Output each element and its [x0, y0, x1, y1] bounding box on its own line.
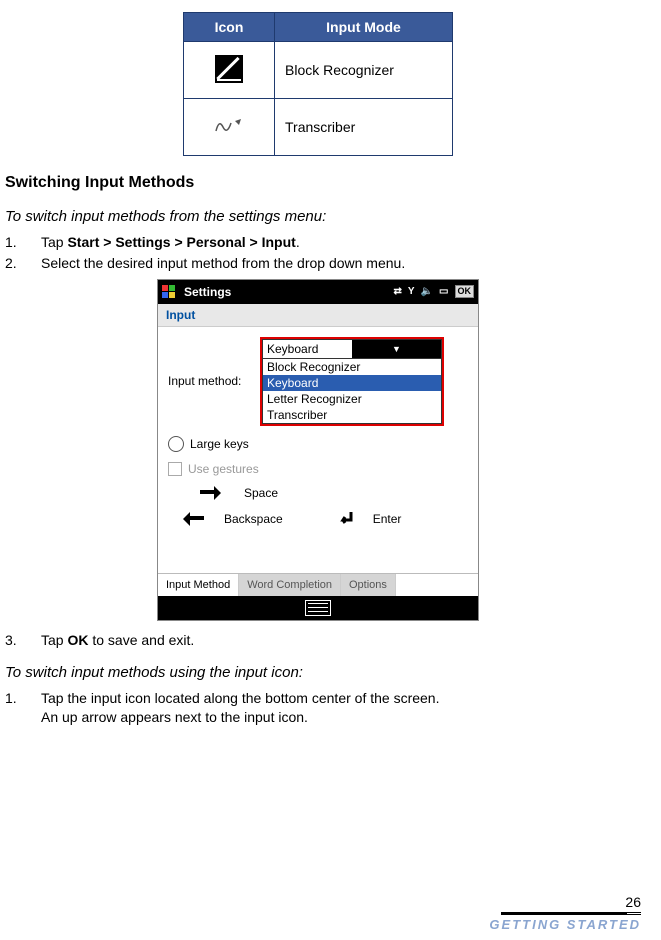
- tab-options[interactable]: Options: [341, 574, 396, 596]
- steps-input-icon: Tap the input icon located along the bot…: [5, 689, 631, 727]
- step-bold: Start > Settings > Personal > Input: [67, 234, 295, 250]
- backspace-arrow-icon: [178, 512, 206, 526]
- use-gestures-checkbox[interactable]: [168, 462, 182, 476]
- combo-option-selected[interactable]: Keyboard: [263, 375, 441, 391]
- step-1: Tap Start > Settings > Personal > Input.: [5, 233, 631, 252]
- connect-icon: ⇄: [394, 286, 402, 297]
- step-2: Select the desired input method from the…: [5, 254, 631, 273]
- space-label: Space: [244, 486, 278, 500]
- page-footer: 26 Getting Started: [20, 894, 641, 932]
- combo-option[interactable]: Letter Recognizer: [263, 391, 441, 407]
- page-number: 26: [20, 894, 641, 910]
- signal-icon: Y: [408, 286, 415, 297]
- title-text: Settings: [184, 285, 386, 299]
- step-text: to save and exit.: [88, 632, 194, 648]
- tab-word-completion[interactable]: Word Completion: [239, 574, 341, 596]
- battery-icon: ▭: [439, 286, 448, 297]
- step-line: An up arrow appears next to the input ic…: [41, 709, 308, 725]
- volume-icon: 🔈: [421, 286, 433, 297]
- table-row: Transcriber: [184, 99, 453, 156]
- combo-current: Keyboard: [263, 342, 352, 356]
- step-text: Tap: [41, 632, 67, 648]
- transcriber-icon: [215, 117, 243, 135]
- icon-mode-table: Icon Input Mode Block Recognizer Transcr…: [183, 12, 453, 156]
- input-method-combo[interactable]: Keyboard ▼ Block Recognizer Keyboard Let…: [260, 337, 444, 426]
- transcriber-icon-cell: [184, 99, 275, 156]
- subhead-settings-menu: To switch input methods from the setting…: [5, 208, 631, 225]
- enter-label: Enter: [373, 512, 402, 526]
- mode-cell: Transcriber: [275, 99, 453, 156]
- large-keys-radio[interactable]: [168, 436, 184, 452]
- step-line: Tap the input icon located along the bot…: [41, 690, 439, 706]
- step-3: Tap OK to save and exit.: [5, 631, 631, 650]
- subhead-input-icon: To switch input methods using the input …: [5, 664, 631, 681]
- tabs: Input Method Word Completion Options: [158, 573, 478, 596]
- steps-settings-cont: Tap OK to save and exit.: [5, 631, 631, 650]
- status-icons: ⇄ Y 🔈 ▭ OK: [394, 285, 474, 298]
- step-bold: OK: [67, 632, 88, 648]
- enter-arrow-icon: [337, 510, 355, 528]
- chevron-down-icon[interactable]: ▼: [352, 340, 441, 358]
- combo-option[interactable]: Block Recognizer: [263, 359, 441, 375]
- chapter-name: Getting Started: [20, 917, 641, 932]
- ok-button[interactable]: OK: [455, 285, 475, 298]
- sip-bar: [158, 596, 478, 620]
- steps-settings: Tap Start > Settings > Personal > Input.…: [5, 233, 631, 273]
- block-recognizer-icon-cell: [184, 42, 275, 99]
- backspace-label: Backspace: [224, 512, 283, 526]
- combo-option[interactable]: Transcriber: [263, 407, 441, 423]
- table-row: Block Recognizer: [184, 42, 453, 99]
- footer-rule: [501, 912, 641, 915]
- large-keys-label: Large keys: [190, 437, 249, 451]
- tab-input-method[interactable]: Input Method: [158, 574, 239, 596]
- step-text: .: [296, 234, 300, 250]
- windows-flag-icon: [162, 285, 176, 299]
- combo-dropdown: Block Recognizer Keyboard Letter Recogni…: [262, 359, 442, 424]
- input-method-label: Input method:: [168, 374, 254, 388]
- th-icon: Icon: [184, 13, 275, 42]
- th-mode: Input Mode: [275, 13, 453, 42]
- settings-screenshot: Settings ⇄ Y 🔈 ▭ OK Input Input method: …: [157, 279, 479, 621]
- mode-cell: Block Recognizer: [275, 42, 453, 99]
- step-text: Tap: [41, 234, 67, 250]
- space-arrow-icon: [198, 486, 226, 500]
- block-recognizer-icon: [215, 55, 243, 83]
- panel-title: Input: [158, 304, 478, 327]
- titlebar: Settings ⇄ Y 🔈 ▭ OK: [158, 280, 478, 304]
- use-gestures-label: Use gestures: [188, 462, 259, 476]
- section-heading: Switching Input Methods: [5, 174, 631, 192]
- keyboard-icon[interactable]: [305, 600, 331, 616]
- step-1: Tap the input icon located along the bot…: [5, 689, 631, 727]
